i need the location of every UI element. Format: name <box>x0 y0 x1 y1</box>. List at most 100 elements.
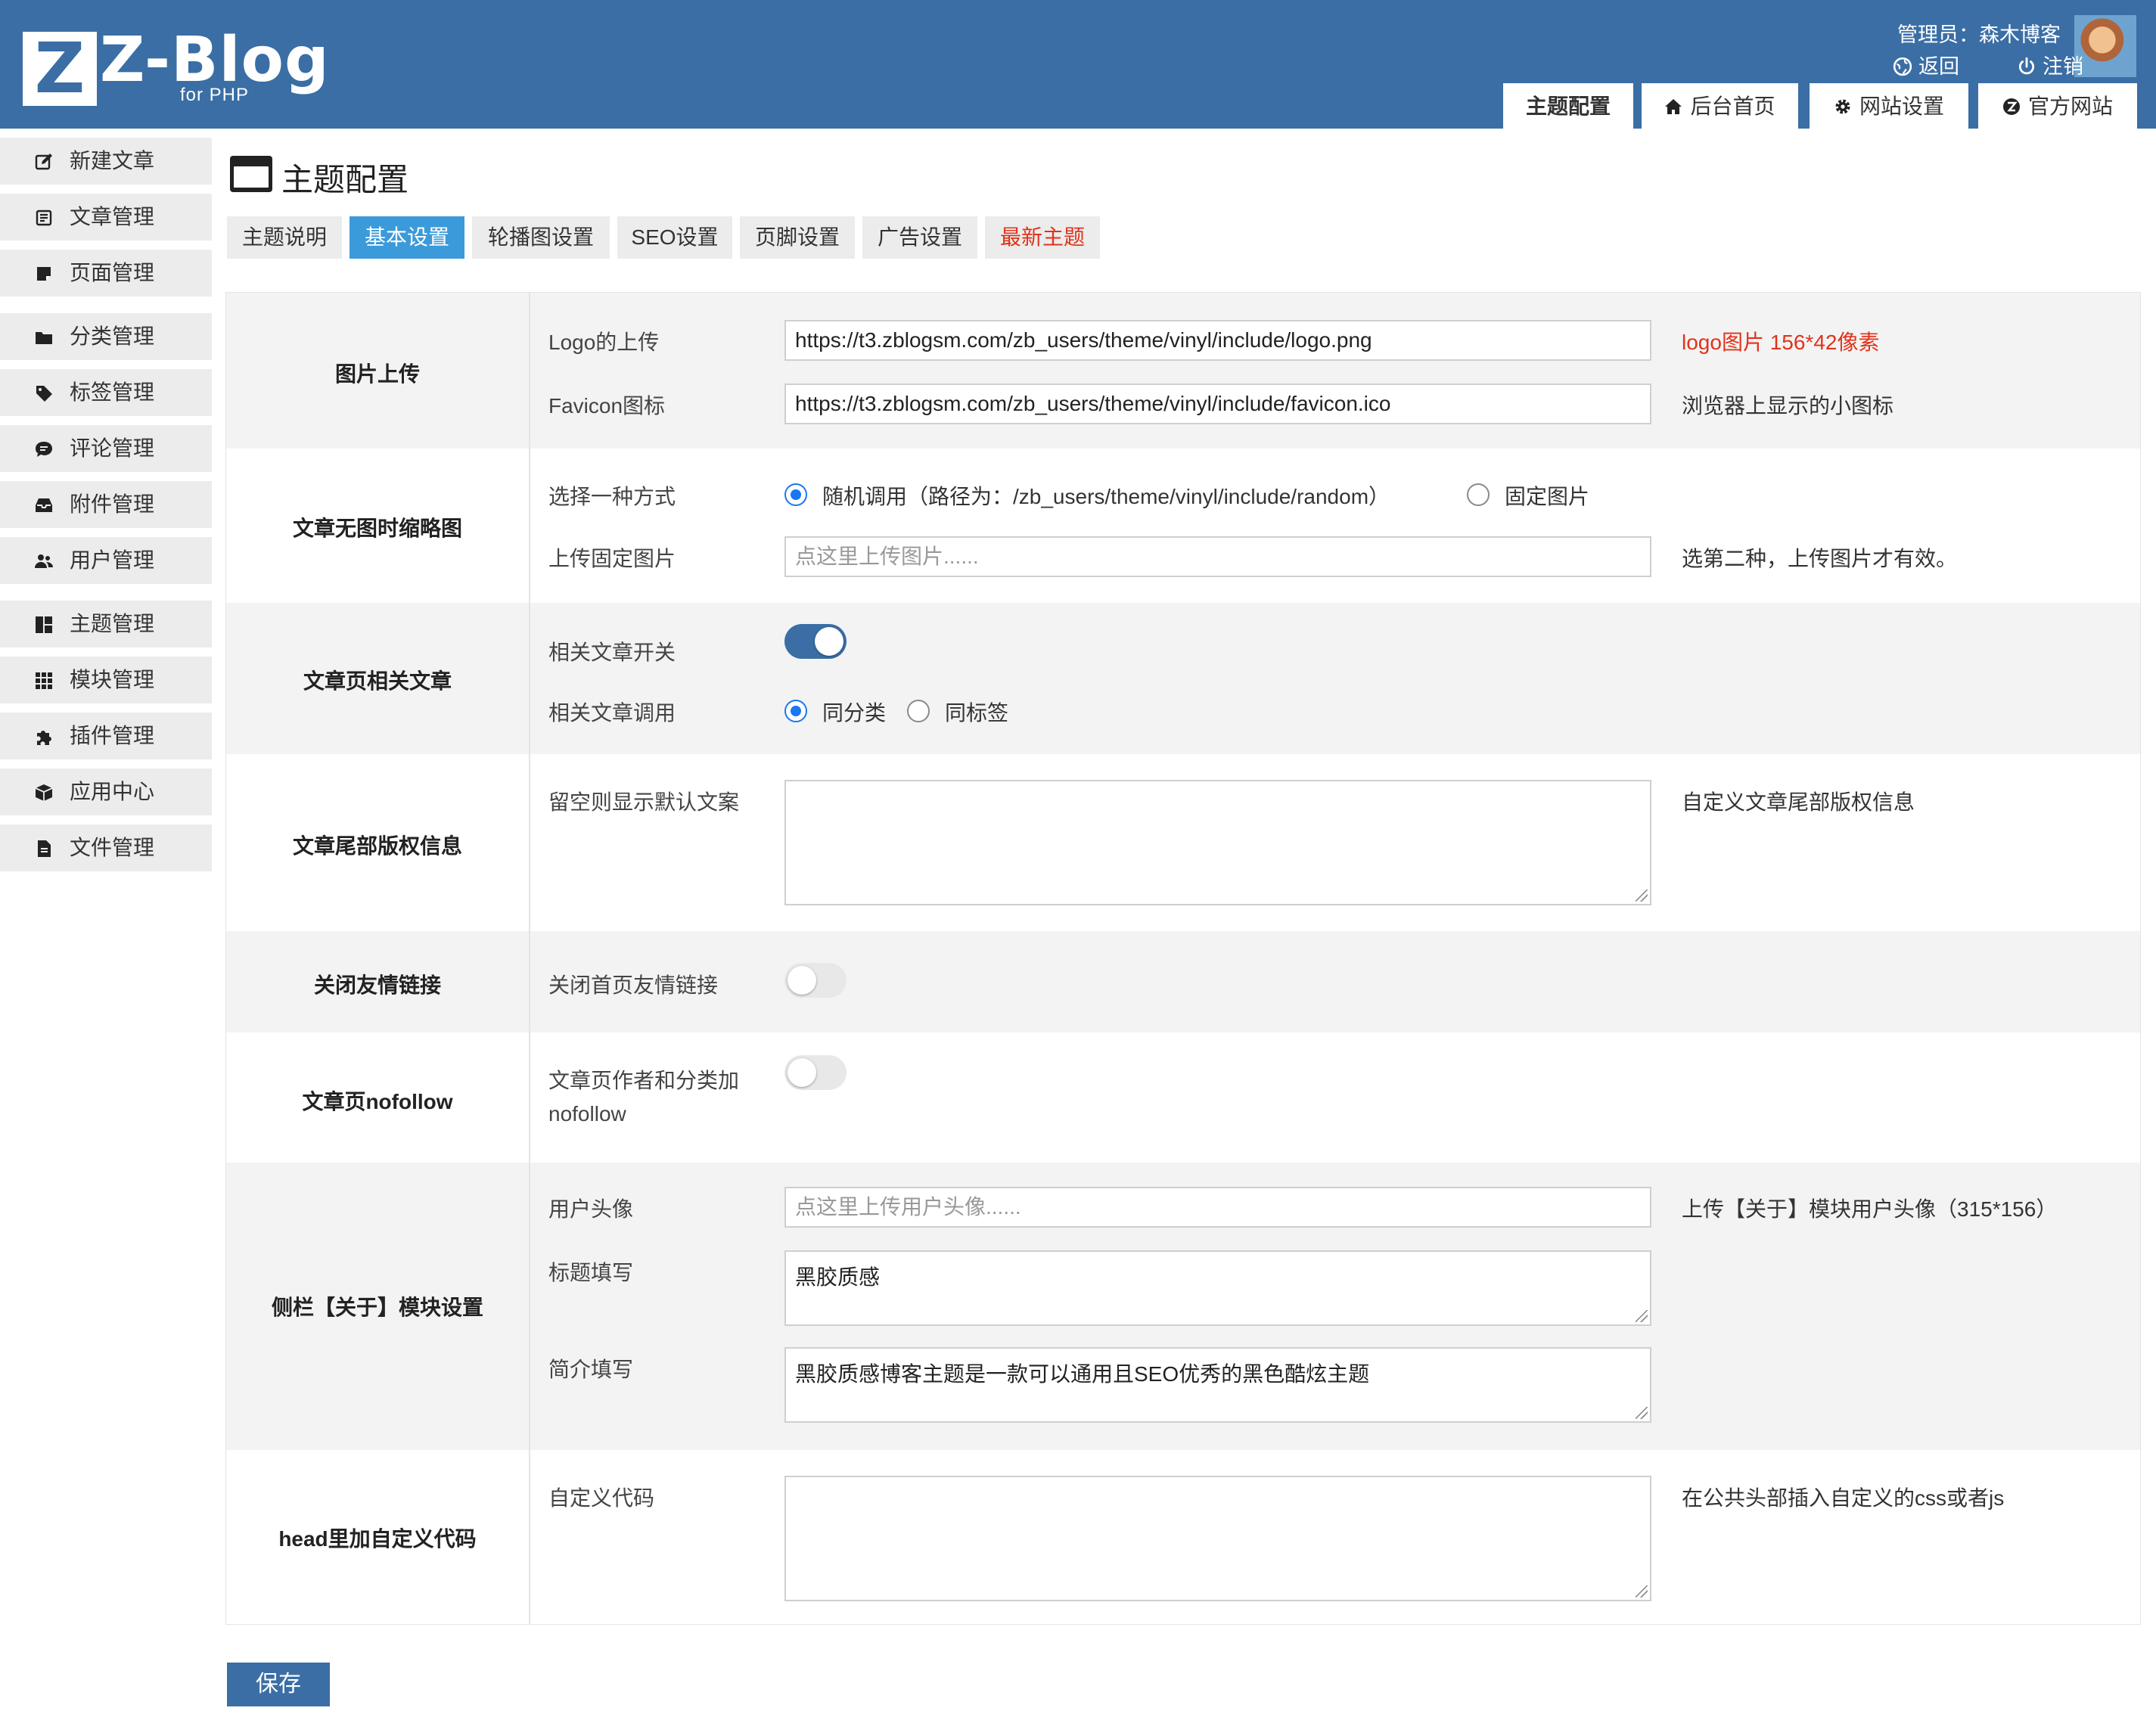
tab-basic-settings[interactable]: 基本设置 <box>349 216 464 259</box>
row-friend-links: 关闭友情链接 关闭首页友情链接 <box>226 931 2140 1032</box>
field-label: 关闭首页友情链接 <box>548 973 719 997</box>
tab-site-settings[interactable]: 网站设置 <box>1810 83 1968 129</box>
sidebar-item-tags[interactable]: 标签管理 <box>0 369 212 416</box>
field-hint: 在公共头部插入自定义的css或者js <box>1682 1486 2005 1510</box>
tab-seo-settings[interactable]: SEO设置 <box>617 216 732 259</box>
field-label: Favicon图标 <box>548 394 666 418</box>
sidebar-item-app-center[interactable]: 应用中心 <box>0 768 212 815</box>
section-label: 侧栏【关于】模块设置 <box>271 1296 483 1319</box>
back-link[interactable]: 返回 <box>1893 50 1959 79</box>
row-head-code: head里加自定义代码 自定义代码 在公共头部插入自定义的css或者js <box>226 1450 2140 1624</box>
sidebar-item-users[interactable]: 用户管理 <box>0 537 212 584</box>
settings-table: 图片上传 Logo的上传 https://t3.zblogsm.com/zb_u… <box>225 292 2141 1625</box>
field-label: 相关文章调用 <box>548 701 676 725</box>
sidebar-item-new-article[interactable]: 新建文章 <box>0 138 212 185</box>
row-about-module: 侧栏【关于】模块设置 用户头像 点这里上传用户头像...... 上传【关于】模块… <box>226 1163 2140 1450</box>
field-label: 留空则显示默认文案 <box>548 790 740 814</box>
tab-theme-description[interactable]: 主题说明 <box>227 216 342 259</box>
copyright-textarea[interactable] <box>784 780 1651 905</box>
sidebar-item-modules[interactable]: 模块管理 <box>0 657 212 703</box>
friend-links-toggle[interactable] <box>784 963 847 998</box>
comment-icon <box>36 442 52 457</box>
edit-icon <box>35 154 52 170</box>
folder-icon <box>36 332 52 344</box>
zblog-icon <box>2002 98 2020 115</box>
grid-icon <box>36 672 52 689</box>
section-label: 文章无图时缩略图 <box>292 517 462 540</box>
section-label: 文章页相关文章 <box>303 669 452 693</box>
section-label: 文章页nofollow <box>302 1090 453 1113</box>
window-icon <box>230 156 272 192</box>
sidebar-item-plugins[interactable]: 插件管理 <box>0 713 212 759</box>
row-copyright: 文章尾部版权信息 留空则显示默认文案 自定义文章尾部版权信息 <box>226 754 2140 931</box>
file-icon <box>38 840 51 857</box>
field-label: Logo的上传 <box>548 331 660 354</box>
radio-label: 固定图片 <box>1505 485 1590 508</box>
field-label: 简介填写 <box>548 1358 634 1381</box>
sidebar-item-articles[interactable]: 文章管理 <box>0 194 212 241</box>
power-icon <box>2018 57 2035 75</box>
box-icon <box>35 784 53 801</box>
page-icon <box>37 267 51 281</box>
section-label: head里加自定义代码 <box>278 1527 477 1551</box>
logout-link[interactable]: 注销 <box>2017 50 2083 79</box>
related-articles-toggle[interactable] <box>784 624 847 659</box>
field-label: 标题填写 <box>548 1261 634 1284</box>
field-hint: 选第二种，上传图片才有效。 <box>1682 547 1958 570</box>
radio-label: 同标签 <box>945 701 1009 725</box>
inbox-icon <box>36 498 52 512</box>
zblog-logo-mark: Z <box>23 32 97 106</box>
tab-theme-config[interactable]: 主题配置 <box>1503 83 1633 129</box>
about-intro-textarea[interactable]: 黑胶质感博客主题是一款可以通用且SEO优秀的黑色酷炫主题 <box>784 1347 1651 1423</box>
puzzle-icon <box>37 731 51 745</box>
article-icon <box>36 210 52 226</box>
section-label: 图片上传 <box>334 362 420 386</box>
users-icon <box>35 554 53 568</box>
about-title-textarea[interactable]: 黑胶质感 <box>784 1250 1651 1326</box>
radio-label: 随机调用（路径为：/zb_users/theme/vinyl/include/r… <box>822 485 1390 508</box>
radio-random[interactable] <box>784 483 807 506</box>
field-label: 用户头像 <box>548 1197 634 1221</box>
favicon-url-input[interactable]: https://t3.zblogsm.com/zb_users/theme/vi… <box>784 383 1651 424</box>
zblog-logo-subtitle: for PHP <box>180 85 250 105</box>
radio-label: 同分类 <box>822 701 887 725</box>
logo-url-input[interactable]: https://t3.zblogsm.com/zb_users/theme/vi… <box>784 320 1651 361</box>
row-thumbnail: 文章无图时缩略图 选择一种方式 随机调用（路径为：/zb_users/theme… <box>226 449 2140 603</box>
field-label: 上传固定图片 <box>548 547 676 570</box>
sidebar-item-categories[interactable]: 分类管理 <box>0 313 212 360</box>
field-hint: logo图片 156*42像素 <box>1682 331 1880 354</box>
field-label: 自定义代码 <box>548 1486 655 1510</box>
avatar[interactable] <box>2074 15 2136 77</box>
row-image-upload: 图片上传 Logo的上传 https://t3.zblogsm.com/zb_u… <box>226 293 2140 449</box>
tab-latest-themes[interactable]: 最新主题 <box>985 216 1100 259</box>
tab-footer-settings[interactable]: 页脚设置 <box>740 216 855 259</box>
radio-same-category[interactable] <box>784 700 807 722</box>
radio-same-tag[interactable] <box>907 700 930 722</box>
section-label: 关闭友情链接 <box>313 973 441 997</box>
head-code-textarea[interactable] <box>784 1476 1651 1601</box>
tab-official-site[interactable]: 官方网站 <box>1978 83 2137 129</box>
page-title: 主题配置 <box>281 162 409 197</box>
nofollow-toggle[interactable] <box>784 1055 847 1090</box>
sidebar-item-pages[interactable]: 页面管理 <box>0 250 212 297</box>
sidebar-item-attachments[interactable]: 附件管理 <box>0 481 212 528</box>
top-header: Z Z-Blog for PHP 管理员：森木博客 返回 注销 主题配置 后台首… <box>0 0 2156 129</box>
field-hint: 自定义文章尾部版权信息 <box>1682 790 1915 814</box>
avatar-upload-input[interactable]: 点这里上传用户头像...... <box>784 1187 1651 1228</box>
radio-fixed[interactable] <box>1467 483 1490 506</box>
save-button[interactable]: 保存 <box>227 1663 330 1706</box>
tab-ad-settings[interactable]: 广告设置 <box>862 216 977 259</box>
field-hint: 浏览器上显示的小图标 <box>1682 394 1894 418</box>
layout-icon <box>36 616 52 633</box>
field-label: nofollow <box>548 1102 626 1126</box>
tab-carousel-settings[interactable]: 轮播图设置 <box>472 216 610 259</box>
sidebar-item-themes[interactable]: 主题管理 <box>0 601 212 647</box>
tab-admin-home[interactable]: 后台首页 <box>1642 83 1798 129</box>
row-related-articles: 文章页相关文章 相关文章开关 相关文章调用 同分类 同标签 <box>226 603 2140 754</box>
sidebar-item-comments[interactable]: 评论管理 <box>0 425 212 472</box>
fixed-image-upload-input[interactable]: 点这里上传图片...... <box>784 536 1651 577</box>
sidebar-item-files[interactable]: 文件管理 <box>0 824 212 871</box>
field-hint: 上传【关于】模块用户头像（315*156） <box>1682 1197 2058 1221</box>
row-nofollow: 文章页nofollow 文章页作者和分类加 nofollow <box>226 1032 2140 1163</box>
field-label: 选择一种方式 <box>548 485 676 508</box>
